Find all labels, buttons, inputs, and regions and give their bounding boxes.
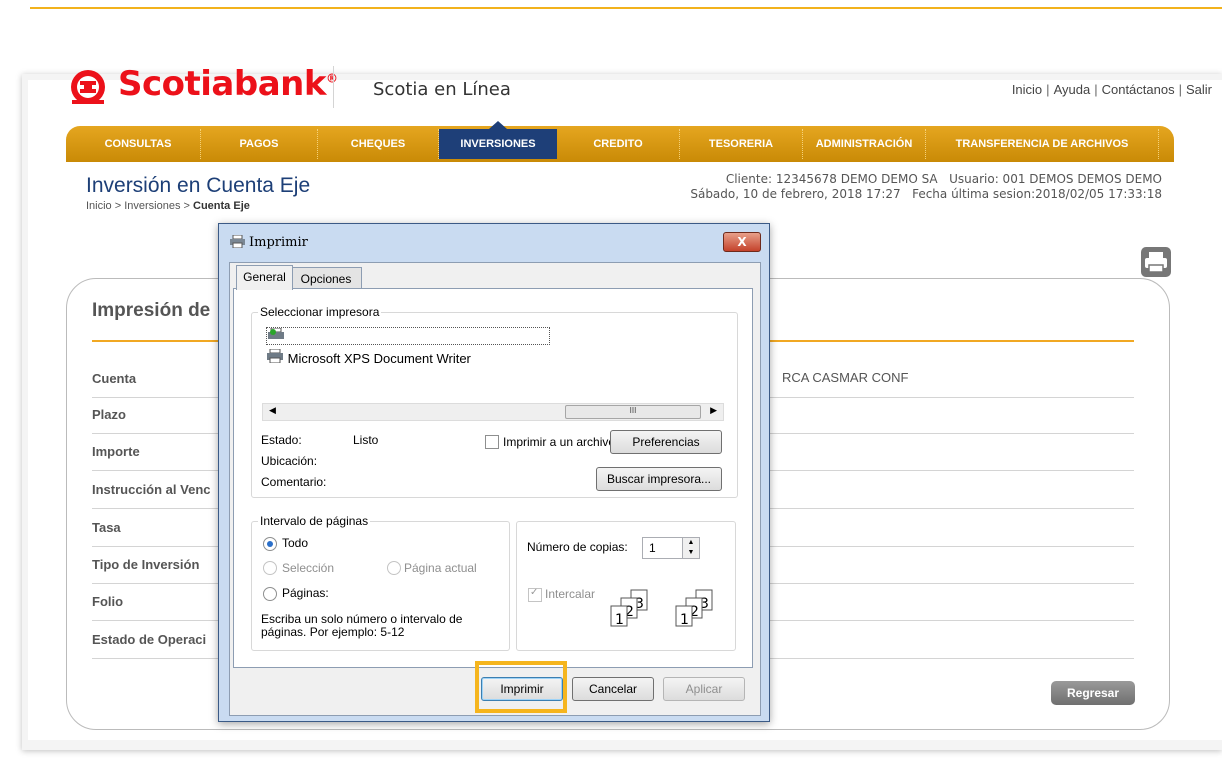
link-inicio[interactable]: Inicio (1012, 82, 1042, 97)
range-current-radio[interactable] (387, 561, 401, 575)
printer-icon (230, 235, 245, 248)
breadcrumb-path[interactable]: Inicio > Inversiones > (86, 200, 193, 212)
print-icon[interactable] (1141, 247, 1171, 277)
tab-general[interactable]: General (236, 265, 293, 290)
logo-divider (333, 66, 334, 108)
range-selection-radio[interactable] (263, 561, 277, 575)
print-to-file-label[interactable]: Imprimir a un archivo (503, 435, 615, 449)
fecha-info: Sábado, 10 de febrero, 2018 17:27 (690, 187, 901, 201)
printer-list-scrollbar[interactable]: ◀ III ▶ (262, 403, 724, 421)
nav-administracion[interactable]: ADMINISTRACIÓN (803, 129, 926, 159)
top-accent-rule (30, 7, 1222, 9)
range-selection-label[interactable]: Selección (282, 561, 334, 575)
cliente-info: Cliente: 12345678 DEMO DEMO SA (725, 172, 938, 186)
field-label: Plazo (92, 407, 126, 422)
main-nav: CONSULTAS PAGOS CHEQUES INVERSIONES CRED… (66, 121, 1174, 162)
nav-tesoreria[interactable]: TESORERIA (680, 129, 803, 159)
panel-title: Impresión de (92, 300, 211, 321)
nav-cheques[interactable]: CHEQUES (318, 129, 439, 159)
collate-pages-icon: 3 2 1 3 2 1 (610, 589, 713, 628)
printer-name: Microsoft XPS Document Writer (287, 351, 471, 366)
svg-text:1: 1 (615, 612, 624, 628)
link-ayuda[interactable]: Ayuda (1054, 82, 1091, 97)
breadcrumb-current: Cuenta Eje (193, 200, 250, 212)
aplicar-button[interactable]: Aplicar (663, 677, 745, 701)
printer-list: Microsoft XPS Document Writer (264, 323, 722, 410)
top-links: Inicio | Ayuda | Contáctanos | Salir (1011, 82, 1212, 97)
site-subtitle: Scotia en Línea (373, 79, 511, 100)
dialog-title: Imprimir (249, 235, 308, 250)
printer-item-selected[interactable] (266, 327, 550, 345)
print-to-file-checkbox[interactable] (485, 435, 499, 449)
find-printer-button[interactable]: Buscar impresora... (596, 467, 722, 491)
cancelar-button[interactable]: Cancelar (572, 677, 654, 701)
printer-icon (267, 348, 283, 364)
svg-text:1: 1 (680, 612, 689, 628)
nav-credito[interactable]: CREDITO (557, 129, 680, 159)
tab-opciones[interactable]: Opciones (290, 267, 362, 290)
range-current-label[interactable]: Página actual (404, 561, 477, 575)
comentario-label: Comentario: (261, 475, 327, 489)
range-all-label[interactable]: Todo (282, 536, 308, 550)
nav-inversiones[interactable]: INVERSIONES (439, 121, 557, 159)
scotiabank-logo-icon (71, 70, 105, 104)
printer-green-check-icon (268, 327, 284, 339)
field-label: Estado de Operaci (92, 632, 207, 647)
copies-spinbox[interactable]: 1 ▲ ▼ (642, 537, 700, 559)
page-title: Inversión en Cuenta Eje (86, 174, 311, 197)
field-label: Folio (92, 594, 124, 609)
brand-logo-text[interactable]: Scotiabank® (118, 64, 338, 104)
ultima-sesion-info: Fecha última sesion:2018/02/05 17:33:18 (912, 187, 1162, 201)
breadcrumb: Inicio > Inversiones > Cuenta Eje (86, 200, 250, 212)
close-button[interactable]: X (723, 232, 761, 252)
regresar-button[interactable]: Regresar (1051, 681, 1135, 705)
range-pages-label[interactable]: Páginas: (282, 586, 329, 600)
link-salir[interactable]: Salir (1186, 82, 1212, 97)
field-label: Instrucción al Venc (92, 482, 211, 497)
spin-updown-icon[interactable]: ▲ ▼ (682, 538, 699, 558)
scroll-right-icon[interactable]: ▶ (710, 405, 717, 416)
field-label: Importe (92, 444, 140, 459)
field-label: Cuenta (92, 371, 137, 386)
field-label: Tasa (92, 520, 121, 535)
collate-checkbox[interactable]: ✓ (528, 587, 542, 602)
usuario-info: Usuario: 001 DEMOS DEMOS DEMO (949, 172, 1162, 186)
scroll-left-icon[interactable]: ◀ (269, 405, 276, 416)
nav-transferencia-archivos[interactable]: TRANSFERENCIA DE ARCHIVOS (926, 129, 1159, 159)
link-contactanos[interactable]: Contáctanos (1102, 82, 1175, 97)
highlight-box (475, 661, 567, 713)
range-hint: Escriba un solo número o intervalo de pá… (261, 612, 463, 639)
printer-group-label: Seleccionar impresora (258, 305, 382, 319)
field-value: RCA CASMAR CONF (782, 370, 909, 385)
session-info: Cliente: 12345678 DEMO DEMO SA Usuario: … (690, 172, 1162, 202)
nav-consultas[interactable]: CONSULTAS (76, 129, 201, 159)
ubicacion-label: Ubicación: (261, 454, 318, 468)
field-label: Tipo de Inversión (92, 557, 200, 572)
range-pages-radio[interactable] (263, 587, 277, 601)
printer-item-xps[interactable]: Microsoft XPS Document Writer (266, 348, 471, 366)
range-all-radio[interactable] (263, 537, 277, 551)
estado-value: Listo (353, 433, 379, 447)
page-range-group-label: Intervalo de páginas (258, 514, 371, 528)
copies-label: Número de copias: (527, 540, 628, 554)
preferences-button[interactable]: Preferencias (610, 430, 722, 454)
collate-label[interactable]: Intercalar (545, 587, 595, 601)
copies-value[interactable]: 1 (649, 541, 656, 555)
nav-pagos[interactable]: PAGOS (201, 129, 318, 159)
dialog-titlebar[interactable]: Imprimir X (219, 224, 769, 258)
estado-label: Estado: (261, 433, 302, 447)
scroll-thumb[interactable]: III (565, 405, 701, 419)
check-icon: ✓ (530, 587, 539, 598)
